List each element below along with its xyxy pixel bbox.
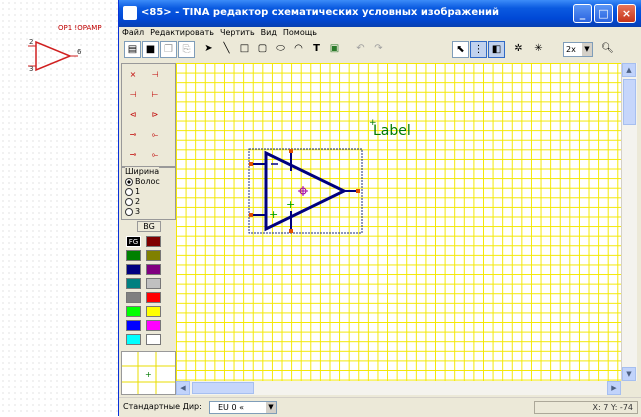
fg-label: FG <box>126 236 141 247</box>
color-swatch[interactable] <box>126 334 141 345</box>
zoom-value: 2x <box>566 45 576 54</box>
menu-view[interactable]: Вид <box>258 27 280 39</box>
symbol-preview: OP1 !OPAMP 2 3 6 <box>0 24 118 94</box>
color-swatch[interactable] <box>146 334 161 345</box>
pin-tool-right[interactable]: ⊢ <box>146 90 164 99</box>
copy-icon[interactable]: ❐ <box>160 41 177 58</box>
redo-icon[interactable]: ↷ <box>370 41 387 58</box>
color-swatch[interactable] <box>126 264 141 275</box>
color-swatch[interactable] <box>146 278 161 289</box>
paste-icon[interactable]: ⎘ <box>178 41 195 58</box>
menu-draw[interactable]: Чертить <box>217 27 258 39</box>
image-icon[interactable]: ▣ <box>326 41 343 58</box>
title-bar[interactable]: <85> - TINA редактор схематических услов… <box>119 0 641 27</box>
horizontal-scrollbar[interactable]: ◀ ▶ <box>176 381 621 395</box>
new-icon[interactable]: ▤ <box>124 41 141 58</box>
color-swatch[interactable] <box>126 292 141 303</box>
close-button[interactable]: × <box>617 4 636 23</box>
width-option-3[interactable]: 3 <box>125 207 140 216</box>
editor-window: <85> - TINA редактор схематических услов… <box>118 0 641 417</box>
menu-help[interactable]: Помощь <box>280 27 320 39</box>
color-swatch[interactable] <box>146 292 161 303</box>
pin-tool-right-clock[interactable]: ⟜ <box>146 130 164 140</box>
svg-text:+: + <box>286 198 295 211</box>
pin-tool-left-clock[interactable]: ⊸ <box>124 130 142 139</box>
zoom-icon[interactable]: 🔍︎ <box>599 41 616 58</box>
direction-select[interactable]: EU 0 « ▼ <box>209 401 277 414</box>
preview-pin-3: 3 <box>29 65 33 73</box>
pin-tool-x[interactable]: × <box>124 70 142 79</box>
menu-file[interactable]: Файл <box>119 27 147 39</box>
preview-opamp: 2 3 6 <box>28 38 82 73</box>
scroll-left-icon[interactable]: ◀ <box>176 381 190 395</box>
width-option-hair[interactable]: Волос <box>125 177 160 186</box>
thumbnail-grid: + <box>122 352 175 394</box>
color-swatch[interactable] <box>126 278 141 289</box>
width-group: Ширина Волос 1 2 3 <box>121 167 176 220</box>
color-swatch[interactable] <box>146 236 161 247</box>
pointer-mode-icon[interactable]: ⬉ <box>452 41 469 58</box>
pin-tool-left[interactable]: ⊣ <box>124 90 142 99</box>
menu-bar: Файл Редактировать Чертить Вид Помощь <box>119 27 641 39</box>
svg-text:+: + <box>369 118 377 128</box>
bg-button[interactable]: BG <box>137 221 161 232</box>
save-icon[interactable]: ■ <box>142 41 159 58</box>
color-swatch[interactable] <box>146 250 161 261</box>
preview-pin-2: 2 <box>29 38 33 46</box>
grid-icon[interactable]: ⋮ <box>470 41 487 58</box>
zoom-out-gear-icon[interactable]: ✳ <box>530 41 547 58</box>
opamp-symbol[interactable]: + + + <box>176 63 621 381</box>
undo-icon[interactable]: ↶ <box>352 41 369 58</box>
rounded-rect-icon[interactable]: ▢ <box>254 41 271 58</box>
preview-pin-6: 6 <box>77 48 82 56</box>
width-title: Ширина <box>125 167 160 176</box>
vertical-scrollbar[interactable]: ▲ ▼ <box>621 63 637 381</box>
line-icon[interactable]: ╲ <box>218 41 235 58</box>
select-arrow-icon[interactable]: ➤ <box>200 41 217 58</box>
toolbar: ▤ ■ ❐ ⎘ ➤ ╲ □ ▢ ⬭ ◠ T ▣ ↶ ↷ ⬉ ⋮ ◧ ✲ ✳ 2x… <box>119 39 641 61</box>
pin-tools: × ⊣ ⊣ ⊢ ⊲ ⊳ ⊸ ⟜ ⊸ ⟜ <box>121 63 176 167</box>
horizontal-scroll-thumb[interactable] <box>192 382 254 394</box>
pin-tool-left-bubble[interactable]: ⊸ <box>124 150 142 159</box>
color-swatch[interactable] <box>126 306 141 317</box>
arc-icon[interactable]: ◠ <box>290 41 307 58</box>
color-swatch[interactable] <box>146 320 161 331</box>
color-swatch[interactable] <box>146 306 161 317</box>
scroll-down-icon[interactable]: ▼ <box>622 367 636 381</box>
vertical-scroll-thumb[interactable] <box>623 79 636 125</box>
chevron-down-icon: ▼ <box>266 402 276 413</box>
cursor-coordinates: X: 7 Y: -74 <box>534 401 638 414</box>
left-panel: × ⊣ ⊣ ⊢ ⊲ ⊳ ⊸ ⟜ ⊸ ⟜ Ширина Волос 1 2 3 B… <box>121 63 176 395</box>
width-option-2[interactable]: 2 <box>125 197 140 206</box>
direction-label: Стандартные Дир: <box>123 402 202 411</box>
menu-edit[interactable]: Редактировать <box>147 27 217 39</box>
pin-tool-left-arrow[interactable]: ⊲ <box>124 110 142 119</box>
window-title: <85> - TINA редактор схематических услов… <box>141 7 500 18</box>
zoom-in-gear-icon[interactable]: ✲ <box>510 41 527 58</box>
status-bar: Стандартные Дир: EU 0 « ▼ X: 7 Y: -74 <box>119 397 641 417</box>
svg-text:+: + <box>269 208 278 221</box>
direction-value: EU 0 « <box>218 403 244 412</box>
chevron-down-icon: ▼ <box>582 43 592 56</box>
pin-tool-vertical[interactable]: ⊣ <box>146 70 164 79</box>
text-icon[interactable]: T <box>308 41 325 58</box>
color-swatch[interactable] <box>146 264 161 275</box>
drawing-canvas[interactable]: Label + + + <box>176 63 621 381</box>
pin-tool-right-arrow[interactable]: ⊳ <box>146 110 164 119</box>
navigator-thumbnail[interactable]: + <box>121 351 176 395</box>
minimize-button[interactable]: _ <box>573 4 592 23</box>
scroll-up-icon[interactable]: ▲ <box>622 63 636 77</box>
pin-tool-right-bubble[interactable]: ⟜ <box>146 150 164 160</box>
frame-icon[interactable]: ◧ <box>488 41 505 58</box>
scroll-right-icon[interactable]: ▶ <box>607 381 621 395</box>
svg-text:+: + <box>145 370 152 379</box>
zoom-select[interactable]: 2x ▼ <box>563 42 593 57</box>
color-swatch[interactable] <box>126 320 141 331</box>
app-icon <box>123 6 137 20</box>
ellipse-icon[interactable]: ⬭ <box>272 41 289 58</box>
rectangle-icon[interactable]: □ <box>236 41 253 58</box>
maximize-button[interactable]: □ <box>594 4 613 23</box>
width-option-1[interactable]: 1 <box>125 187 140 196</box>
color-swatch[interactable] <box>126 250 141 261</box>
